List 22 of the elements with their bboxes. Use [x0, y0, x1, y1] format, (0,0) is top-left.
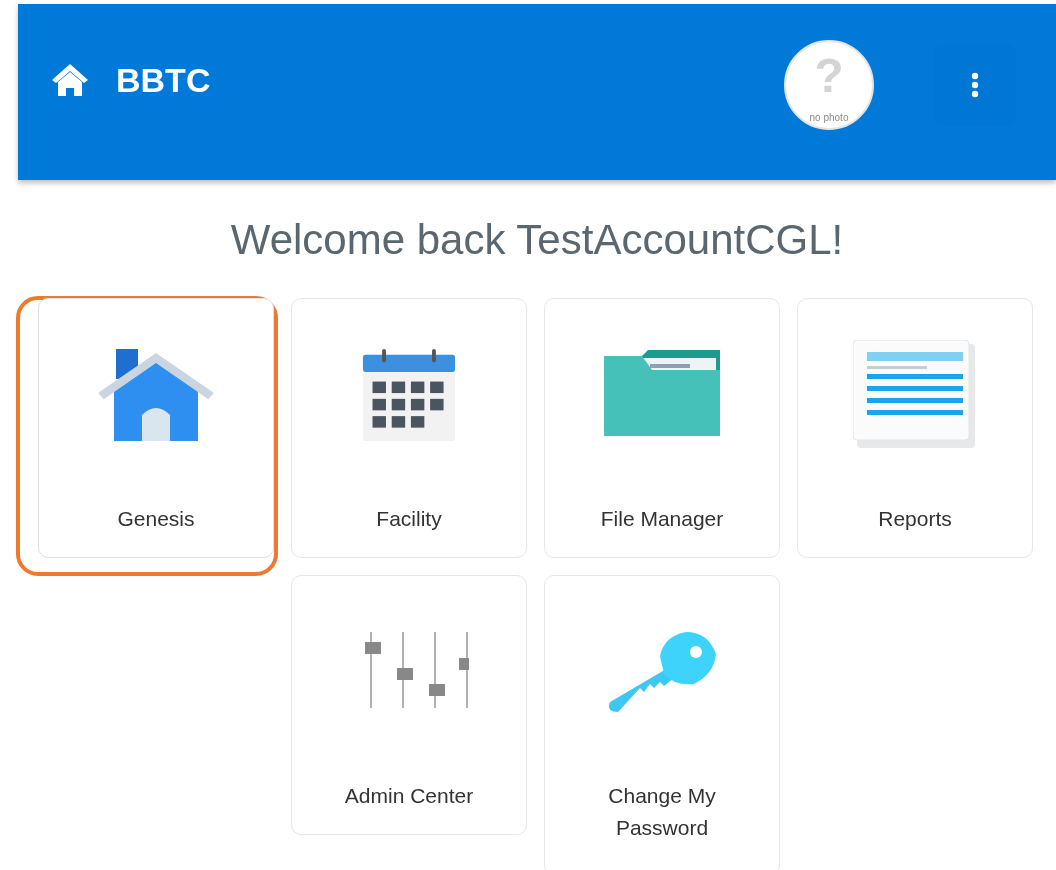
app-tile[interactable]: Admin Center [291, 575, 527, 835]
avatar-caption: no photo [809, 112, 849, 123]
app-tile[interactable]: File Manager [544, 298, 780, 558]
app-title: BBTC [116, 62, 211, 98]
app-tile[interactable]: Change My Password [544, 575, 780, 870]
app-tile[interactable]: Reports [797, 298, 1033, 558]
welcome-heading: Welcome back TestAccountCGL! [229, 216, 845, 264]
tile-label: Genesis [117, 506, 195, 532]
more-icon [971, 72, 979, 98]
home-icon[interactable] [50, 62, 90, 98]
document-icon [853, 340, 977, 450]
tile-label: Admin Center [344, 783, 474, 809]
tile-label: Change My Password [607, 783, 717, 841]
calendar-icon [361, 347, 457, 443]
app-tile[interactable]: Facility [291, 298, 527, 558]
tile-label: Reports [878, 506, 952, 532]
tile-label: Facility [376, 506, 442, 532]
avatar[interactable]: ? no photo [784, 40, 874, 130]
tile-label: File Manager [600, 506, 724, 532]
app-tile[interactable]: Genesis [38, 298, 274, 558]
avatar-question-mark: ? [814, 50, 844, 102]
house-icon [96, 347, 216, 443]
